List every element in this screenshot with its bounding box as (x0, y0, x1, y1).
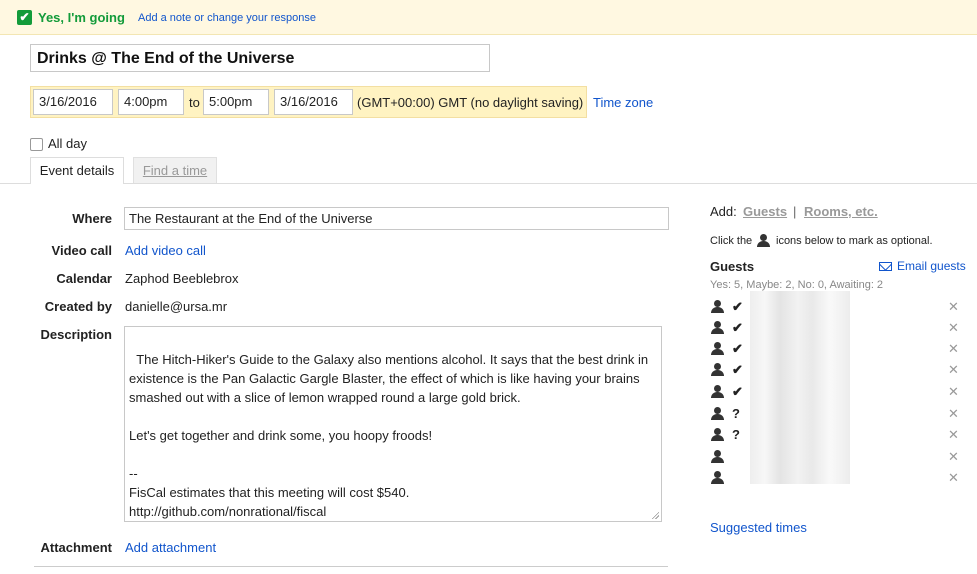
guest-name-redacted (750, 376, 850, 398)
video-call-label: Video call (51, 243, 112, 258)
add-guests-link[interactable]: Guests (743, 204, 787, 219)
person-icon[interactable] (711, 363, 724, 376)
to-label: to (189, 95, 200, 110)
tab-find-a-time[interactable]: Find a time (133, 157, 217, 183)
remove-guest-icon[interactable]: ✕ (948, 427, 959, 443)
person-icon[interactable] (711, 321, 724, 334)
optional-hint-end: icons below to mark as optional. (776, 235, 933, 247)
timezone-label: (GMT+00:00) GMT (no daylight saving) (357, 95, 584, 110)
calendar-label: Calendar (56, 271, 112, 286)
person-icon[interactable] (711, 471, 724, 484)
guest-row: ✕ (710, 462, 965, 492)
all-day-checkbox[interactable] (30, 138, 43, 151)
guest-name-redacted (750, 354, 850, 376)
suggested-times-link[interactable]: Suggested times (710, 520, 807, 535)
created-by-value: danielle@ursa.mr (125, 299, 228, 314)
event-title-input[interactable]: Drinks @ The End of the Universe (30, 44, 490, 72)
all-day-label: All day (48, 136, 88, 151)
rsvp-maybe-icon: ? (732, 406, 740, 421)
add-note-link[interactable]: Add a note or change your response (138, 12, 316, 24)
rsvp-yes-icon: ✔ (732, 384, 743, 399)
timezone-link[interactable]: Time zone (593, 95, 653, 110)
remove-guest-icon[interactable]: ✕ (948, 341, 959, 357)
person-icon (757, 234, 770, 247)
start-date-input[interactable]: 3/16/2016 (33, 89, 113, 115)
rsvp-maybe-icon: ? (732, 427, 740, 442)
guest-name-redacted (750, 333, 850, 355)
person-icon[interactable] (711, 450, 724, 463)
remove-guest-icon[interactable]: ✕ (948, 470, 959, 486)
email-guests-link[interactable]: Email guests (897, 259, 966, 273)
attachment-label: Attachment (40, 540, 112, 555)
rsvp-status-label: Yes, I'm going (38, 10, 125, 25)
remove-guest-icon[interactable]: ✕ (948, 362, 959, 378)
guest-name-redacted (750, 419, 850, 441)
guest-name-redacted (750, 291, 850, 313)
form-bottom-divider (34, 566, 668, 567)
person-icon[interactable] (711, 342, 724, 355)
remove-guest-icon[interactable]: ✕ (948, 299, 959, 315)
guests-heading: Guests (710, 259, 755, 274)
tab-event-details[interactable]: Event details (30, 157, 124, 184)
description-textarea[interactable]: The Hitch-Hiker's Guide to the Galaxy al… (124, 326, 662, 522)
add-rooms-link[interactable]: Rooms, etc. (804, 204, 878, 219)
add-separator: | (793, 204, 797, 219)
person-icon[interactable] (711, 385, 724, 398)
person-icon[interactable] (711, 428, 724, 441)
add-attachment-link[interactable]: Add attachment (125, 540, 216, 555)
description-text: The Hitch-Hiker's Guide to the Galaxy al… (129, 352, 649, 519)
end-date-input[interactable]: 3/16/2016 (274, 89, 353, 115)
rsvp-yes-icon: ✔ (732, 299, 743, 314)
optional-hint-start: Click the (710, 235, 753, 247)
remove-guest-icon[interactable]: ✕ (948, 406, 959, 422)
where-input[interactable]: The Restaurant at the End of the Univers… (124, 207, 669, 230)
where-label: Where (72, 211, 112, 226)
rsvp-yes-icon: ✔ (732, 362, 743, 377)
start-time-input[interactable]: 4:00pm (118, 89, 184, 115)
person-icon[interactable] (711, 407, 724, 420)
remove-guest-icon[interactable]: ✕ (948, 384, 959, 400)
remove-guest-icon[interactable]: ✕ (948, 320, 959, 336)
remove-guest-icon[interactable]: ✕ (948, 449, 959, 465)
going-check-icon[interactable]: ✔ (17, 10, 32, 25)
rsvp-yes-icon: ✔ (732, 341, 743, 356)
end-time-input[interactable]: 5:00pm (203, 89, 269, 115)
guest-name-redacted (750, 441, 850, 463)
person-icon[interactable] (711, 300, 724, 313)
rsvp-yes-icon: ✔ (732, 320, 743, 335)
rsvp-summary: Yes: 5, Maybe: 2, No: 0, Awaiting: 2 (710, 279, 884, 291)
resize-handle-icon[interactable] (651, 511, 659, 519)
email-icon[interactable] (879, 262, 892, 271)
add-video-call-link[interactable]: Add video call (125, 243, 206, 258)
description-label: Description (40, 327, 112, 342)
created-by-label: Created by (44, 299, 112, 314)
calendar-value: Zaphod Beeblebrox (125, 271, 239, 286)
add-label: Add: (710, 204, 737, 219)
guest-name-redacted (750, 312, 850, 334)
guest-name-redacted (750, 398, 850, 420)
guest-name-redacted (750, 462, 850, 484)
